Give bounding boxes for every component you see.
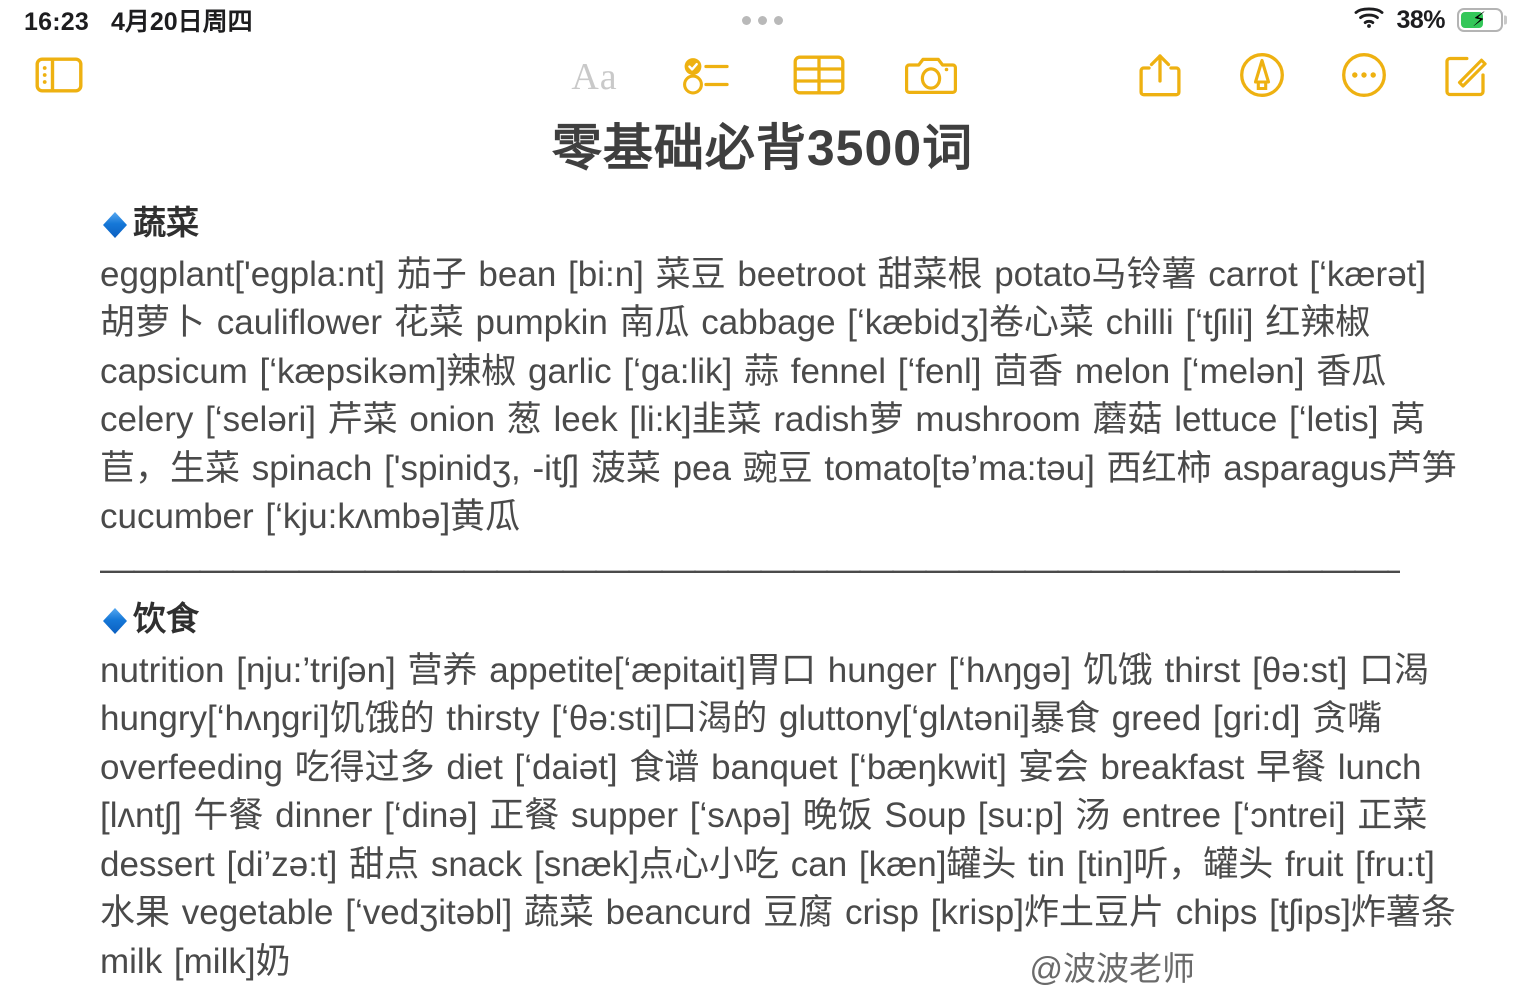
section-divider: ————————————————————————————————————————… [100,549,1400,589]
checklist-icon [682,54,732,101]
compose-button[interactable] [1437,48,1495,106]
blue-diamond-icon [100,604,130,635]
table-icon [793,54,845,101]
section-body-vegetables: eggplant['egpla:nt] 茄子 bean [bi:n] 菜豆 be… [100,254,1457,537]
watermark-label: @波波老师 [1029,950,1196,988]
battery-percent-label: 38% [1396,5,1445,34]
markup-pen-icon [1239,52,1285,103]
status-bar: 16:23 4月20日周四 38% ⚡ [0,0,1525,40]
section-body-diet: nutrition [nju:’triʃən] 营养 appetite[‘æpi… [100,650,1456,981]
camera-button[interactable] [902,48,960,106]
multitasking-dots-icon[interactable] [742,15,783,25]
status-time: 16:23 [24,8,89,36]
sidebar-toggle-button[interactable] [30,48,88,106]
sidebar-icon [35,55,83,100]
more-options-button[interactable] [1335,48,1393,106]
toolbar-right-group [1131,48,1495,106]
section-heading-label: 蔬菜 [133,204,199,241]
ellipsis-circle-icon [1341,52,1387,103]
note-document[interactable]: 零基础必背3500词 蔬菜 eggplant['egpla:nt] 茄子 bea… [0,120,1525,987]
compose-icon [1443,52,1489,103]
status-bar-right: 38% ⚡ [1354,5,1503,35]
battery-charging-icon: ⚡ [1457,8,1503,32]
notes-toolbar: Aa [0,40,1525,114]
share-button[interactable] [1131,48,1189,106]
toolbar-center-group: Aa [566,48,960,106]
section-heading-label: 饮食 [133,599,199,637]
format-aa-label: Aa [571,56,618,98]
section-heading-diet: 饮食 [100,598,1487,641]
page-title: 零基础必背3500词 [551,120,974,176]
share-icon [1138,52,1182,103]
checklist-button[interactable] [678,48,736,106]
blue-diamond-icon [100,208,130,239]
camera-icon [904,53,957,102]
format-text-button[interactable]: Aa [566,48,624,106]
markup-button[interactable] [1233,48,1291,106]
wifi-icon [1354,5,1384,35]
table-button[interactable] [790,48,848,106]
status-bar-left: 16:23 4月20日周四 [24,2,253,38]
status-date: 4月20日周四 [110,8,253,36]
section-heading-vegetables: 蔬菜 [100,202,1487,245]
